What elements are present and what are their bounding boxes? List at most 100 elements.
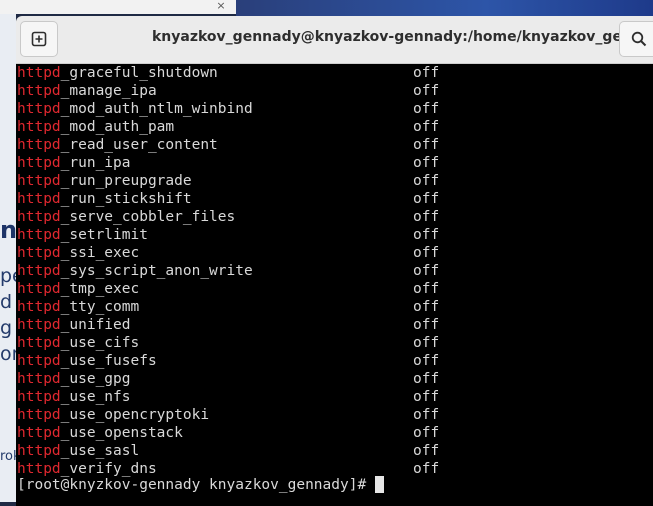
boolean-name: _verify_dns <box>60 461 157 477</box>
boolean-row: httpd_manage_ipa off <box>17 82 439 100</box>
boolean-row: httpd_tmp_exec off <box>17 280 439 298</box>
background-text-fragment: pe <box>0 265 16 287</box>
boolean-state: off <box>413 191 440 207</box>
terminal-output[interactable]: [root@knyzkov-gennady knyazkov_gennady]#… <box>17 64 653 506</box>
background-page-panel: ng pe d g orn rok <box>0 14 16 502</box>
boolean-state: off <box>413 407 440 423</box>
boolean-row: httpd_mod_auth_pam off <box>17 118 439 136</box>
terminal-header-bar: knyazkov_gennady@knyazkov-gennady:/home/… <box>16 16 653 64</box>
boolean-state: off <box>413 119 440 135</box>
background-text-fragment: d <box>0 291 13 313</box>
boolean-row: httpd_graceful_shutdown off <box>17 64 439 82</box>
background-window-edge <box>0 0 236 14</box>
boolean-keyword: httpd <box>17 173 61 189</box>
background-close-icon[interactable]: × <box>214 0 228 12</box>
text-cursor <box>375 476 385 493</box>
terminal-window: knyazkov_gennady@knyazkov-gennady:/home/… <box>16 16 653 506</box>
boolean-state: off <box>413 227 440 243</box>
boolean-row: httpd_run_stickshift off <box>17 190 439 208</box>
boolean-keyword: httpd <box>17 101 61 117</box>
boolean-row: httpd_run_ipa off <box>17 154 439 172</box>
boolean-state: off <box>413 65 440 81</box>
boolean-state: off <box>413 245 440 261</box>
boolean-name: _graceful_shutdown <box>60 65 218 81</box>
window-title: knyazkov_gennady@knyazkov-gennady:/home/… <box>152 29 653 45</box>
background-text-fragment: orn <box>0 343 16 365</box>
boolean-name: _mod_auth_ntlm_winbind <box>60 101 253 117</box>
boolean-state: off <box>413 425 440 441</box>
boolean-keyword: httpd <box>17 137 61 153</box>
boolean-name: _use_sasl <box>60 443 140 459</box>
boolean-keyword: httpd <box>17 461 61 477</box>
boolean-keyword: httpd <box>17 281 61 297</box>
boolean-state: off <box>413 335 440 351</box>
shell-prompt: [root@knyzkov-gennady knyazkov_gennady]# <box>17 476 385 494</box>
boolean-name: _run_stickshift <box>60 191 192 207</box>
boolean-state: off <box>413 461 440 477</box>
boolean-row: httpd_sys_script_anon_write off <box>17 262 439 280</box>
boolean-keyword: httpd <box>17 119 61 135</box>
boolean-name: _tty_comm <box>60 299 140 315</box>
boolean-row: httpd_use_cifs off <box>17 334 439 352</box>
boolean-name: _setrlimit <box>60 227 148 243</box>
boolean-name: _tmp_exec <box>60 281 140 297</box>
boolean-name: _run_ipa <box>60 155 131 171</box>
boolean-name: _use_fusefs <box>60 353 157 369</box>
boolean-keyword: httpd <box>17 317 61 333</box>
boolean-keyword: httpd <box>17 83 61 99</box>
boolean-keyword: httpd <box>17 191 61 207</box>
boolean-state: off <box>413 263 440 279</box>
boolean-row: httpd_ssi_exec off <box>17 244 439 262</box>
boolean-name: _use_openstack <box>60 425 183 441</box>
search-button[interactable] <box>619 21 653 57</box>
boolean-keyword: httpd <box>17 425 61 441</box>
boolean-keyword: httpd <box>17 227 61 243</box>
boolean-name: _unified <box>60 317 131 333</box>
boolean-row: httpd_use_opencryptoki off <box>17 406 439 424</box>
boolean-keyword: httpd <box>17 443 61 459</box>
boolean-state: off <box>413 353 440 369</box>
boolean-keyword: httpd <box>17 407 61 423</box>
boolean-keyword: httpd <box>17 389 61 405</box>
boolean-name: _mod_auth_pam <box>60 119 175 135</box>
boolean-name: _use_nfs <box>60 389 131 405</box>
new-tab-button[interactable] <box>20 21 58 57</box>
boolean-state: off <box>413 443 440 459</box>
boolean-state: off <box>413 317 440 333</box>
boolean-keyword: httpd <box>17 335 61 351</box>
boolean-row: httpd_tty_comm off <box>17 298 439 316</box>
boolean-row: httpd_use_fusefs off <box>17 352 439 370</box>
boolean-name: _use_opencryptoki <box>60 407 210 423</box>
boolean-state: off <box>413 101 440 117</box>
boolean-row: httpd_use_openstack off <box>17 424 439 442</box>
background-text-fragment: ng <box>0 216 16 244</box>
desktop-wallpaper <box>236 0 653 16</box>
boolean-keyword: httpd <box>17 353 61 369</box>
boolean-state: off <box>413 137 440 153</box>
new-tab-icon <box>31 31 47 47</box>
boolean-row: httpd_use_sasl off <box>17 442 439 460</box>
boolean-row: httpd_serve_cobbler_files off <box>17 208 439 226</box>
boolean-keyword: httpd <box>17 209 61 225</box>
boolean-row: httpd_read_user_content off <box>17 136 439 154</box>
boolean-name: _manage_ipa <box>60 83 157 99</box>
boolean-name: _serve_cobbler_files <box>60 209 236 225</box>
boolean-name: _use_cifs <box>60 335 140 351</box>
boolean-row: httpd_mod_auth_ntlm_winbind off <box>17 100 439 118</box>
boolean-state: off <box>413 155 440 171</box>
boolean-state: off <box>413 173 440 189</box>
boolean-keyword: httpd <box>17 245 61 261</box>
boolean-state: off <box>413 281 440 297</box>
boolean-state: off <box>413 299 440 315</box>
boolean-state: off <box>413 389 440 405</box>
boolean-row: httpd_use_gpg off <box>17 370 439 388</box>
boolean-row: httpd_setrlimit off <box>17 226 439 244</box>
boolean-keyword: httpd <box>17 65 61 81</box>
boolean-row: httpd_use_nfs off <box>17 388 439 406</box>
boolean-state: off <box>413 371 440 387</box>
boolean-keyword: httpd <box>17 299 61 315</box>
boolean-name: _sys_script_anon_write <box>60 263 253 279</box>
boolean-name: _read_user_content <box>60 137 218 153</box>
prompt-text: [root@knyzkov-gennady knyazkov_gennady]# <box>17 477 367 493</box>
boolean-state: off <box>413 209 440 225</box>
